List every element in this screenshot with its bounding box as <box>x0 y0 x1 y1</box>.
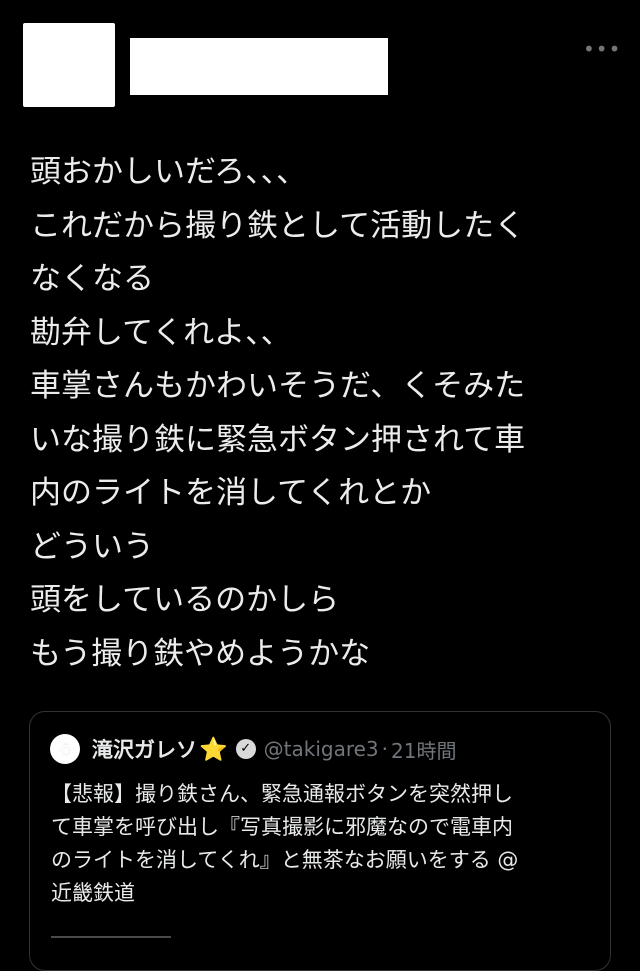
verified-badge-icon: ✓ <box>235 739 256 759</box>
author-avatar-redacted[interactable] <box>23 23 115 107</box>
quoted-tweet-card[interactable]: ☃ 滝沢ガレソ ⭐ ✓ @takigare3 · 21時間 【悲報】撮り鉄さん、… <box>29 711 611 971</box>
quoted-line: 【悲報】撮り鉄さん、緊急通報ボタンを突然押し <box>51 782 513 806</box>
quoted-author-avatar[interactable]: ☃ <box>50 734 80 764</box>
quoted-tweet-text: 【悲報】撮り鉄さん、緊急通報ボタンを突然押し て車掌を呼び出し『写真撮影に邪魔な… <box>51 778 596 910</box>
quoted-author-handle[interactable]: @takigare3 <box>264 737 379 761</box>
quoted-timestamp[interactable]: 21時間 <box>391 735 456 764</box>
tweet-line: 頭おかしいだろ、、、 <box>30 154 308 190</box>
tweet-text: 頭おかしいだろ、、、 これだから撮り鉄として活動したく なくなる 勘弁してくれよ… <box>30 146 615 681</box>
star-emoji-icon: ⭐ <box>199 736 228 763</box>
more-options-icon[interactable]: ••• <box>583 38 620 60</box>
quoted-line: て車掌を呼び出し『写真撮影に邪魔なので電車内 <box>51 815 513 839</box>
tweet-line: どういう <box>30 528 154 565</box>
tweet-line: 頭をしているのかしら <box>30 582 340 618</box>
tweet-line: もう撮り鉄やめようかな <box>30 635 371 672</box>
quoted-author-name[interactable]: 滝沢ガレソ <box>92 734 197 764</box>
tweet-line: いな撮り鉄に緊急ボタン押されて車 <box>30 421 526 458</box>
tweet-line: なくなる <box>30 261 154 297</box>
tweet-line: 勘弁してくれよ、、 <box>30 314 292 351</box>
truncated-content-edge <box>51 936 171 946</box>
quoted-line: のライトを消してくれ』と無茶なお願いをする @ <box>51 848 519 872</box>
tweet-line: これだから撮り鉄として活動したく <box>30 207 526 244</box>
quoted-line: 近畿鉄道 <box>51 881 135 905</box>
tweet-line: 車掌さんもかわいそうだ、くそみた <box>30 368 526 404</box>
tweet-line: 内のライトを消してくれとか <box>30 475 432 511</box>
author-name-redacted[interactable] <box>130 38 388 95</box>
quoted-tweet-header: ☃ 滝沢ガレソ ⭐ ✓ @takigare3 · 21時間 <box>50 734 456 764</box>
separator-dot: · <box>381 737 388 761</box>
